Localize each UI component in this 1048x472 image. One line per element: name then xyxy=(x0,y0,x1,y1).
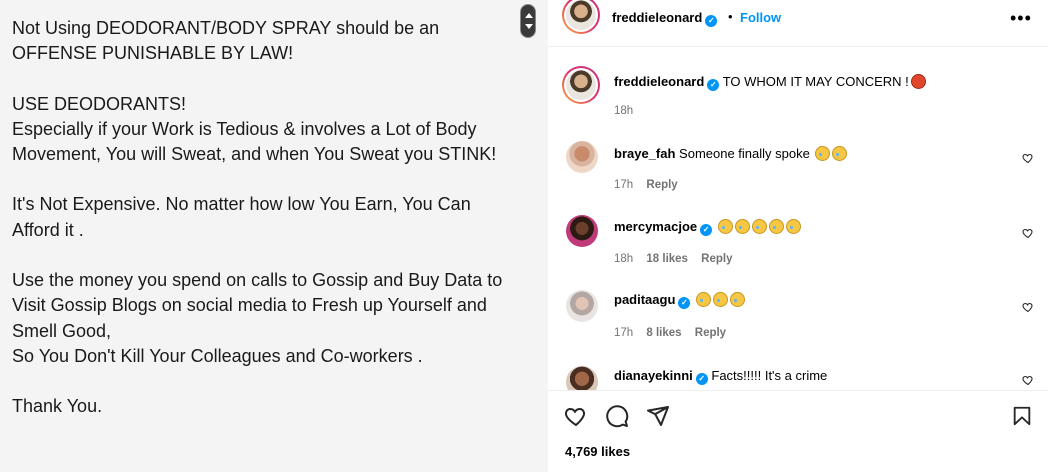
comment-likes[interactable]: 18 likes xyxy=(646,253,688,265)
post-line: Use the money you spend on calls to Goss… xyxy=(12,270,503,291)
verified-icon: ✓ xyxy=(705,15,718,27)
caption-avatar[interactable] xyxy=(562,66,600,104)
post-sidebar: freddieleonard ✓ • Follow ••• freddieleon… xyxy=(548,0,1048,472)
crying-face-emoji xyxy=(832,146,848,161)
action-bar xyxy=(548,390,1048,434)
laughing-emoji xyxy=(785,219,801,234)
chevron-up-icon[interactable] xyxy=(525,13,533,18)
comment-avatar[interactable] xyxy=(566,366,598,390)
post-text: Not Using DEODORANT/BODY SPRAY should be… xyxy=(12,16,532,420)
comment-meta: 17h 8 likes Reply xyxy=(614,327,736,339)
comment-time: 17h xyxy=(614,327,634,339)
comment-like-icon[interactable] xyxy=(1022,227,1034,239)
crying-face-emoji xyxy=(815,146,831,161)
comment-meta: 17h Reply xyxy=(614,179,688,191)
post-line: USE DEODORANTS! xyxy=(12,93,187,114)
post-line: Not Using DEODORANT/BODY SPRAY should be… xyxy=(12,18,440,38)
laughing-emoji xyxy=(717,219,733,234)
post-line: Afford it . xyxy=(12,219,84,240)
post-line: It's Not Expensive. No matter how low Yo… xyxy=(12,194,471,215)
caption-text: TO WHOM IT MAY CONCERN ! xyxy=(722,74,909,89)
comment-time: 17h xyxy=(614,179,634,191)
comment: braye_fah Someone finally spoke xyxy=(614,146,848,161)
laughing-emoji xyxy=(751,219,767,234)
comment-username[interactable]: mercymacjoe xyxy=(614,219,697,234)
comment-likes[interactable]: 8 likes xyxy=(646,327,681,339)
laughing-emoji xyxy=(713,292,729,307)
comment: mercymacjoe ✓ xyxy=(614,219,801,236)
comment-avatar[interactable] xyxy=(566,141,598,173)
more-options-icon[interactable]: ••• xyxy=(1010,8,1032,29)
post-image: Not Using DEODORANT/BODY SPRAY should be… xyxy=(0,0,548,472)
verified-icon: ✓ xyxy=(695,373,708,385)
header-username-text[interactable]: freddieleonard xyxy=(612,10,702,25)
reply-button[interactable]: Reply xyxy=(701,253,732,265)
comment-like-icon[interactable] xyxy=(1022,301,1034,313)
comment-avatar[interactable] xyxy=(566,290,598,322)
post-line: OFFENSE PUNISHABLE BY LAW! xyxy=(12,43,294,64)
post-line: Movement, You will Sweat, and when You S… xyxy=(12,144,497,165)
comment-avatar[interactable] xyxy=(566,215,598,247)
comment-clip: dianayekinni ✓ Facts!!!!! It's a crime xyxy=(548,360,1048,390)
comment-meta: 18h 18 likes Reply xyxy=(614,253,743,265)
header-username[interactable]: freddieleonard ✓ xyxy=(612,10,718,27)
post-line: Visit Gossip Blogs on social media to Fr… xyxy=(12,295,487,316)
angry-face-emoji xyxy=(910,74,926,89)
laughing-emoji xyxy=(730,292,746,307)
separator-dot: • xyxy=(728,9,733,24)
reply-button[interactable]: Reply xyxy=(646,179,677,191)
post-line: Especially if your Work is Tedious & inv… xyxy=(12,118,477,139)
comment-time: 18h xyxy=(614,253,634,265)
reply-button[interactable]: Reply xyxy=(695,327,726,339)
bookmark-icon[interactable] xyxy=(1011,404,1033,428)
scroll-handle[interactable] xyxy=(520,4,536,38)
laughing-emoji xyxy=(768,219,784,234)
caption-username[interactable]: freddieleonard xyxy=(614,74,704,89)
follow-button[interactable]: Follow xyxy=(740,10,781,25)
likes-count[interactable]: 4,769 likes xyxy=(565,444,630,459)
heart-icon[interactable] xyxy=(564,404,588,428)
post-line: So You Don't Kill Your Colleagues and Co… xyxy=(12,345,423,366)
header-divider xyxy=(548,46,1048,47)
caption: freddieleonard ✓ TO WHOM IT MAY CONCERN ! xyxy=(614,74,926,91)
post-header: freddieleonard ✓ • Follow ••• xyxy=(548,0,1048,46)
paper-plane-icon[interactable] xyxy=(646,404,670,428)
post-line: Thank You. xyxy=(12,396,103,417)
comment: paditaagu ✓ xyxy=(614,292,746,309)
caption-time: 18h xyxy=(614,105,634,117)
comment-username[interactable]: paditaagu xyxy=(614,292,675,307)
laughing-emoji xyxy=(734,219,750,234)
verified-icon: ✓ xyxy=(678,297,691,309)
verified-icon: ✓ xyxy=(700,224,713,236)
chevron-down-icon[interactable] xyxy=(525,24,533,29)
comment-username[interactable]: braye_fah xyxy=(614,146,675,161)
comment-icon[interactable] xyxy=(605,404,629,428)
verified-icon: ✓ xyxy=(707,79,720,91)
post-line: Smell Good, xyxy=(12,320,112,341)
comment-like-icon[interactable] xyxy=(1022,374,1034,386)
laughing-emoji xyxy=(696,292,712,307)
author-avatar[interactable] xyxy=(562,0,600,34)
comment-username[interactable]: dianayekinni xyxy=(614,368,693,383)
comment-text: Facts!!!!! It's a crime xyxy=(711,368,828,383)
comment-like-icon[interactable] xyxy=(1022,152,1034,164)
comment: dianayekinni ✓ Facts!!!!! It's a crime xyxy=(614,368,827,385)
comment-text: Someone finally spoke xyxy=(679,146,810,161)
